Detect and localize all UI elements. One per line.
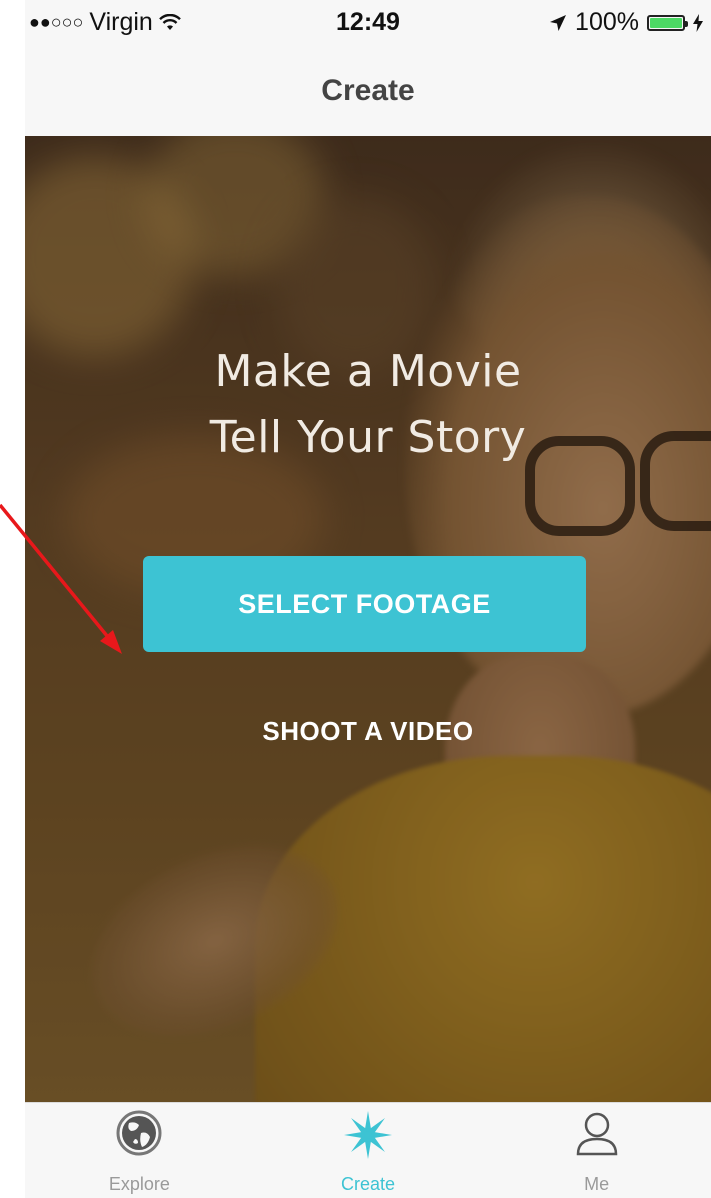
shoot-a-video-button[interactable]: SHOOT A VIDEO [25, 716, 711, 747]
phone-screen: ●●○○○ Virgin 12:49 100% Create Make a Mo… [25, 0, 711, 1198]
navigation-bar: Create [25, 40, 711, 137]
location-arrow-icon [550, 14, 567, 31]
status-right: 100% [549, 8, 703, 37]
person-icon [576, 1112, 617, 1156]
headline-line-1: Make a Movie [214, 346, 522, 397]
tab-label: Explore [108, 1174, 170, 1194]
headline-line-2: Tell Your Story [209, 412, 527, 463]
tab-explore[interactable]: Explore [25, 1103, 254, 1198]
tab-label: Me [584, 1174, 610, 1194]
page-title: Create [321, 74, 415, 107]
globe-icon [116, 1110, 162, 1156]
tab-me[interactable]: Me [482, 1103, 711, 1198]
battery-level-fill [650, 17, 682, 28]
tab-bar: Explore Create Me [25, 1102, 711, 1198]
battery-icon [647, 14, 688, 31]
battery-percent: 100% [575, 8, 639, 36]
hero-background: Make a Movie Tell Your Story SELECT FOOT… [25, 136, 711, 1102]
status-bar: ●●○○○ Virgin 12:49 100% [25, 0, 711, 40]
tab-label: Create [340, 1174, 396, 1194]
starburst-icon [344, 1111, 392, 1159]
charging-bolt-icon [693, 13, 703, 32]
select-footage-button[interactable]: SELECT FOOTAGE [143, 556, 586, 652]
tab-create[interactable]: Create [254, 1103, 483, 1198]
